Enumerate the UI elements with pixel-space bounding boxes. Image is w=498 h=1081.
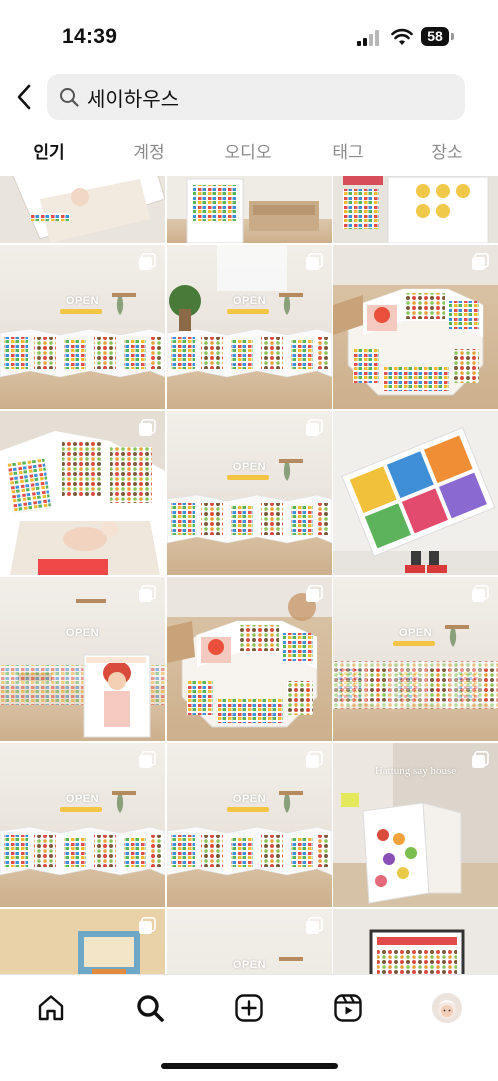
home-indicator: [161, 1063, 338, 1069]
open-label: OPEN: [232, 959, 267, 971]
back-button[interactable]: [8, 78, 40, 116]
explore-grid: OPEN OPEN OPEN OPEN OPEN OPEN OPEN Hattu…: [0, 176, 498, 974]
nav-profile[interactable]: [430, 991, 464, 1025]
grid-post[interactable]: Hattung say house: [333, 743, 498, 907]
tab-top[interactable]: 인기: [33, 138, 64, 163]
multiple-photos-icon: [305, 253, 323, 271]
reels-icon: [334, 994, 362, 1022]
post-image: [0, 176, 165, 243]
open-label: OPEN: [65, 627, 100, 639]
search-box[interactable]: [47, 74, 465, 120]
post-image: [333, 411, 498, 575]
grid-post[interactable]: [0, 176, 165, 243]
open-label: OPEN: [232, 461, 267, 473]
grid-post[interactable]: [333, 176, 498, 243]
search-row: [0, 72, 498, 122]
multiple-photos-icon: [138, 917, 156, 935]
create-icon: [235, 994, 263, 1022]
grid-post[interactable]: [333, 909, 498, 974]
multiple-photos-icon: [138, 419, 156, 437]
grid-post[interactable]: OPEN: [167, 411, 332, 575]
search-input[interactable]: [87, 74, 455, 120]
search-tabs: 인기 계정 오디오 태그 장소: [0, 128, 498, 172]
multiple-photos-icon: [305, 751, 323, 769]
profile-avatar: [432, 993, 462, 1023]
nav-search[interactable]: [133, 991, 167, 1025]
post-image: [333, 909, 498, 974]
multiple-photos-icon: [305, 419, 323, 437]
tab-places[interactable]: 장소: [431, 138, 462, 163]
bottom-nav: [0, 974, 498, 1081]
nav-home[interactable]: [34, 991, 68, 1025]
grid-post[interactable]: OPEN: [167, 909, 332, 974]
multiple-photos-icon: [138, 751, 156, 769]
grid-post[interactable]: [167, 577, 332, 741]
multiple-photos-icon: [471, 253, 489, 271]
wifi-icon: [391, 28, 413, 45]
status-time: 14:39: [62, 25, 118, 48]
grid-post[interactable]: OPEN: [0, 577, 165, 741]
grid-post[interactable]: [0, 909, 165, 974]
nav-create[interactable]: [232, 991, 266, 1025]
battery-icon: 58: [421, 27, 455, 47]
multiple-photos-icon: [305, 585, 323, 603]
chevron-left-icon: [17, 84, 31, 110]
grid-post[interactable]: OPEN: [0, 743, 165, 907]
battery-level: 58: [421, 27, 449, 46]
search-icon: [60, 88, 79, 107]
multiple-photos-icon: [138, 253, 156, 271]
multiple-photos-icon: [471, 751, 489, 769]
multiple-photos-icon: [471, 585, 489, 603]
signal-icon: [357, 30, 379, 46]
open-label: OPEN: [65, 295, 100, 307]
grid-post[interactable]: OPEN: [167, 245, 332, 409]
grid-post[interactable]: OPEN: [333, 577, 498, 741]
multiple-photos-icon: [305, 917, 323, 935]
open-label: OPEN: [232, 295, 267, 307]
grid-post[interactable]: [167, 176, 332, 243]
grid-post[interactable]: [333, 245, 498, 409]
open-label: OPEN: [65, 793, 100, 805]
grid-post[interactable]: [0, 411, 165, 575]
nav-reels[interactable]: [331, 991, 365, 1025]
open-label: OPEN: [398, 627, 433, 639]
tab-accounts[interactable]: 계정: [133, 138, 164, 163]
grid-post[interactable]: OPEN: [0, 245, 165, 409]
post-image: [333, 176, 498, 243]
multiple-photos-icon: [138, 585, 156, 603]
home-icon: [38, 995, 64, 1021]
grid-post[interactable]: OPEN: [167, 743, 332, 907]
grid-post[interactable]: [333, 411, 498, 575]
tab-tags[interactable]: 태그: [332, 138, 363, 163]
status-bar: 14:39 58: [0, 0, 498, 72]
search-icon: [137, 995, 164, 1022]
open-label: OPEN: [232, 793, 267, 805]
tab-audio[interactable]: 오디오: [225, 138, 272, 163]
post-image: [167, 176, 332, 243]
